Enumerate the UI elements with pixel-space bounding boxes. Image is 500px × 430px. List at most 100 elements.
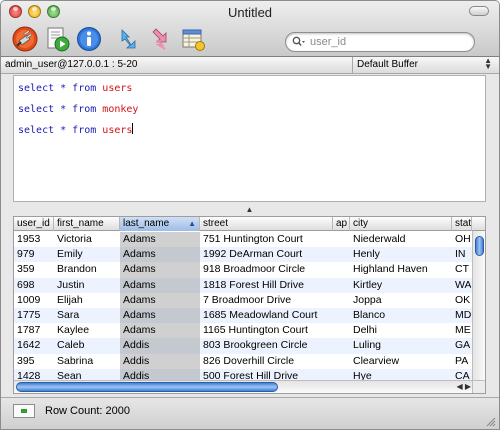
table-row[interactable]: 979 Emily Adams 1992 DeArman Court Henly IN: [14, 247, 485, 263]
cell-stat: WA: [455, 278, 472, 291]
split-view-divider[interactable]: ▲: [13, 204, 486, 216]
column-header-ap[interactable]: ap: [333, 217, 350, 231]
history-button[interactable]: [179, 25, 207, 53]
cell-first-name: Caleb: [57, 339, 85, 352]
query-table: monkey: [102, 104, 139, 115]
cell-first-name: Victoria: [57, 233, 92, 245]
cell-user-id: 359: [17, 263, 35, 276]
query-keyword: select * from: [18, 125, 103, 136]
table-row[interactable]: 1642 Caleb Addis 803 Brookgreen Circle Lulin…: [14, 338, 485, 354]
window-title: Untitled: [227, 5, 273, 20]
buffer-select-arrows-icon[interactable]: ▲ ▼: [484, 57, 492, 71]
search-input[interactable]: [310, 36, 460, 48]
cell-city: Blanco: [353, 308, 386, 321]
vertical-scrollbar[interactable]: [472, 231, 485, 381]
cell-street: 7 Broadmoor Drive: [203, 293, 292, 306]
cell-last-name: Addis: [120, 338, 200, 354]
cell-last-name: Adams: [120, 292, 200, 308]
import-button[interactable]: [115, 25, 143, 53]
cell-street: 1165 Huntington Court: [203, 324, 308, 337]
scroll-arrows-icon[interactable]: ◀ ▶: [456, 381, 471, 393]
cell-street: 918 Broadmoor Circle: [203, 263, 306, 276]
cell-ap: [333, 308, 350, 323]
info-icon: [77, 27, 101, 51]
cell-stat: OK: [455, 293, 471, 306]
title-toolbar: Untitled: [1, 1, 499, 57]
table-row[interactable]: 1009 Elijah Adams 7 Broadmoor Drive Joppa OK: [14, 292, 485, 308]
info-button[interactable]: [75, 25, 103, 53]
cell-last-name: Adams: [120, 232, 200, 248]
table-history-icon: [182, 29, 205, 51]
export-arrow-icon: [152, 28, 167, 50]
table-row[interactable]: 1775 Sara Adams 1685 Meadowland Court Blanco…: [14, 307, 485, 324]
cell-last-name: Adams: [120, 323, 200, 339]
export-button[interactable]: [147, 25, 175, 53]
horizontal-scrollbar[interactable]: ◀ ▶: [14, 380, 485, 393]
cell-stat: GA: [455, 339, 471, 352]
text-caret: [132, 123, 134, 134]
cell-first-name: Sara: [57, 308, 80, 321]
column-header-stat[interactable]: stat: [452, 217, 472, 231]
cell-ap: [333, 247, 350, 262]
cell-first-name: Sabrina: [57, 354, 94, 367]
cell-city: Joppa: [353, 293, 382, 306]
cell-city: Niederwald: [353, 233, 406, 245]
cell-city: Luling: [353, 339, 382, 352]
table-row[interactable]: 1787 Kaylee Adams 1165 Huntington Court Delh…: [14, 323, 485, 339]
cell-city: Delhi: [353, 324, 377, 337]
search-field[interactable]: [285, 32, 475, 52]
cell-stat: CT: [455, 263, 469, 276]
table-row[interactable]: 1953 Victoria Adams 751 Huntington Court Nie…: [14, 232, 485, 248]
cell-street: 1685 Meadowland Court: [203, 308, 318, 321]
status-bar: Row Count: 2000: [1, 397, 499, 429]
cell-ap: [333, 338, 350, 353]
cell-ap: [333, 262, 350, 277]
vertical-scroll-thumb[interactable]: [475, 236, 484, 256]
connection-bar: admin_user@127.0.0.1 : 5-20 Default Buff…: [1, 57, 499, 74]
cell-stat: MD: [455, 308, 472, 321]
table-row[interactable]: 395 Sabrina Addis 826 Doverhill Circle Clear…: [14, 353, 485, 369]
cell-user-id: 395: [17, 354, 35, 367]
table-row[interactable]: 698 Justin Adams 1818 Forest Hill Drive Kirt…: [14, 277, 485, 293]
cell-street: 751 Huntington Court: [203, 233, 303, 245]
run-script-icon: [47, 27, 70, 52]
connection-divider: [352, 57, 353, 73]
cell-last-name: Adams: [120, 247, 200, 263]
query-table: users: [102, 125, 133, 136]
cell-ap: [333, 278, 350, 293]
column-header-first-name[interactable]: first_name: [54, 217, 120, 231]
cell-user-id: 1787: [17, 324, 41, 337]
query-editor[interactable]: select * from users select * from monkey…: [13, 75, 486, 202]
cell-ap: [333, 323, 350, 338]
column-header-last-name[interactable]: last_name ▲: [120, 217, 200, 231]
table-body: 1953 Victoria Adams 751 Huntington Court Nie…: [14, 232, 485, 384]
cell-ap: [333, 293, 350, 308]
cell-stat: IN: [455, 248, 466, 261]
cell-stat: ME: [455, 324, 471, 337]
cell-last-name: Adams: [120, 307, 200, 324]
cell-city: Kirtley: [353, 278, 383, 291]
buffer-select[interactable]: Default Buffer: [357, 59, 418, 70]
cell-stat: PA: [455, 354, 469, 367]
resize-grip-icon[interactable]: [486, 417, 496, 427]
run-button[interactable]: [43, 25, 71, 53]
column-header-street[interactable]: street: [200, 217, 333, 231]
cell-stat: OH: [455, 233, 471, 245]
cell-first-name: Brandon: [57, 263, 97, 276]
cell-street: 803 Brookgreen Circle: [203, 339, 308, 352]
cell-user-id: 698: [17, 278, 35, 291]
import-arrow-icon: [121, 29, 136, 49]
table-row[interactable]: 359 Brandon Adams 918 Broadmoor Circle Highl…: [14, 262, 485, 278]
horizontal-scroll-thumb[interactable]: [16, 382, 278, 392]
column-header-user-id[interactable]: user_id: [14, 217, 54, 231]
disconnect-button[interactable]: [11, 25, 39, 53]
column-header-city[interactable]: city: [350, 217, 452, 231]
cell-street: 1992 DeArman Court: [203, 248, 303, 261]
cell-user-id: 1953: [17, 233, 41, 245]
cell-first-name: Elijah: [57, 293, 83, 306]
cell-first-name: Emily: [57, 248, 83, 261]
toolbar-toggle-button[interactable]: [469, 6, 489, 16]
table-header: user_id first_name last_name ▲ street ap city s…: [14, 217, 485, 231]
cell-user-id: 1775: [17, 308, 41, 321]
query-table: users: [102, 83, 133, 94]
